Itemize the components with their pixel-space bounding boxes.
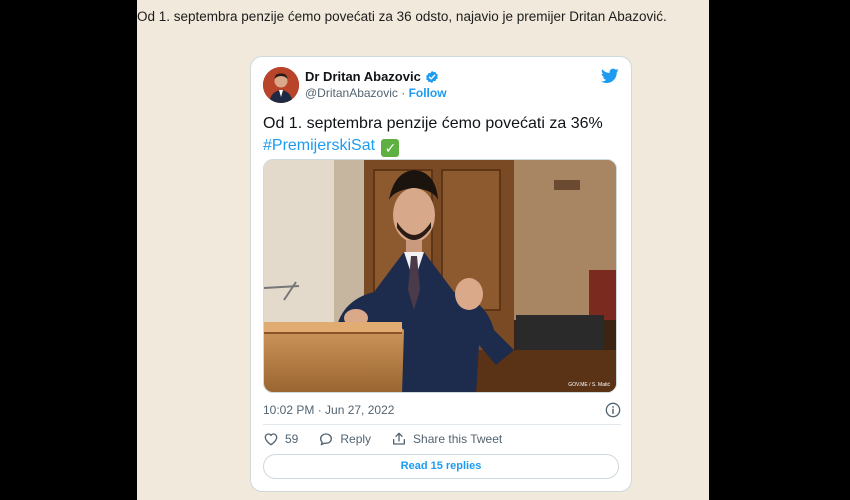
share-action[interactable]: Share this Tweet xyxy=(391,431,502,447)
separator-dot: · xyxy=(397,86,409,100)
photo-watermark: GOV.ME / S. Matić xyxy=(568,382,610,388)
share-upload-icon xyxy=(393,432,406,445)
hashtag-link[interactable]: #PremijerskiSat xyxy=(263,137,375,154)
follow-button[interactable]: Follow xyxy=(409,86,447,100)
like-action[interactable]: 59 xyxy=(263,431,298,447)
divider xyxy=(263,424,621,425)
heart-icon xyxy=(264,433,278,446)
timestamp-row: 10:02 PM · Jun 27, 2022 xyxy=(263,401,621,419)
speech-bubble-icon xyxy=(320,433,333,446)
reply-label: Reply xyxy=(340,432,372,446)
share-label: Share this Tweet xyxy=(413,432,503,446)
check-mark-emoji-icon: ✓ xyxy=(381,139,400,157)
reply-action[interactable]: Reply xyxy=(318,431,371,447)
info-icon[interactable] xyxy=(605,402,621,418)
tweet-text: Od 1. septembra penzije ćemo povećati za… xyxy=(263,113,623,157)
avatar[interactable] xyxy=(263,67,299,103)
likes-count: 59 xyxy=(285,432,299,446)
embedded-tweet-card[interactable]: Dr Dritan Abazovic @DritanAbazovic · Fol… xyxy=(250,56,632,492)
twitter-bird-icon[interactable] xyxy=(601,68,619,84)
article-page: Od 1. septembra penzije ćemo povećati za… xyxy=(137,0,709,500)
read-replies-button[interactable]: Read 15 replies xyxy=(263,454,619,479)
tweet-body: Od 1. septembra penzije ćemo povećati za… xyxy=(263,115,603,132)
tweet-photo[interactable]: GOV.ME / S. Matić xyxy=(263,159,617,393)
handle-row: @DritanAbazovic · Follow xyxy=(305,86,447,100)
tweet-timestamp[interactable]: 10:02 PM · Jun 27, 2022 xyxy=(263,403,394,417)
author-handle[interactable]: @DritanAbazovic xyxy=(305,86,398,100)
author-name[interactable]: Dr Dritan Abazovic xyxy=(305,69,421,84)
tweet-actions: 59 Reply Share this Tweet xyxy=(263,430,522,448)
verified-badge-icon xyxy=(425,70,438,83)
author-name-row: Dr Dritan Abazovic xyxy=(305,69,439,84)
article-headline: Od 1. septembra penzije ćemo povećati za… xyxy=(137,9,667,24)
